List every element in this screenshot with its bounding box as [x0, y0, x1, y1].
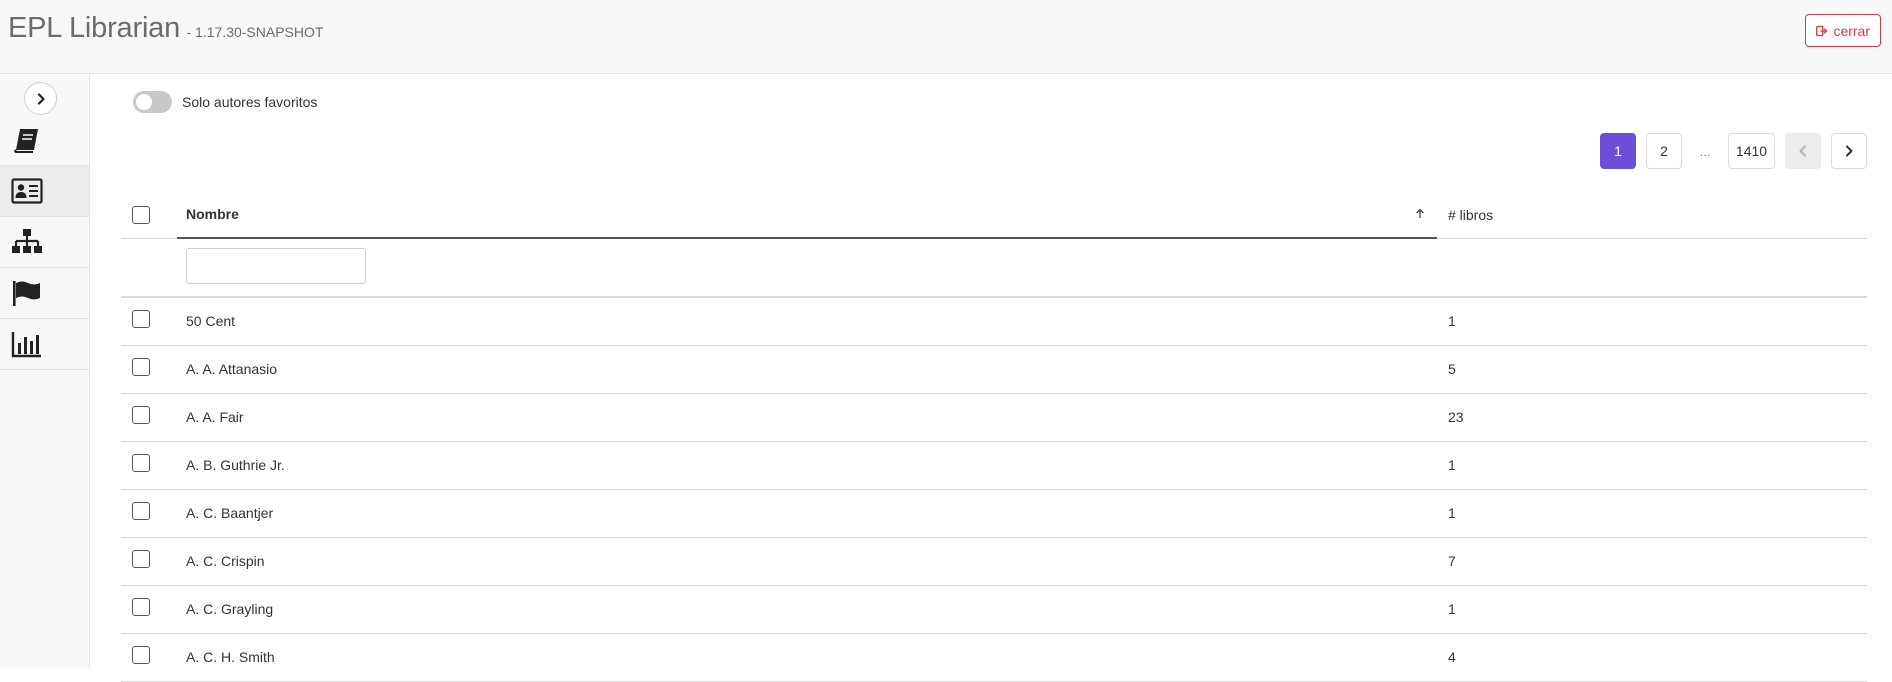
switch-knob [136, 94, 152, 110]
page-button-2[interactable]: 2 [1646, 133, 1682, 169]
bar-chart-icon [11, 332, 41, 358]
author-name-cell[interactable]: A. A. Attanasio [186, 346, 277, 394]
page-button-last[interactable]: 1410 [1728, 133, 1775, 169]
page-button-1[interactable]: 1 [1600, 133, 1636, 169]
row-checkbox[interactable] [132, 550, 150, 568]
row-checkbox[interactable] [132, 358, 150, 376]
author-name-cell[interactable]: A. C. Grayling [186, 586, 273, 634]
chevron-right-icon [37, 92, 45, 105]
row-checkbox[interactable] [132, 598, 150, 616]
table-row[interactable]: 50 Cent 1 [121, 298, 1867, 346]
book-count-cell: 5 [1448, 361, 1456, 377]
sign-out-icon [1816, 25, 1828, 36]
sidebar-item-hierarchy[interactable] [0, 217, 89, 267]
table-row[interactable]: A. B. Guthrie Jr. 1 [121, 442, 1867, 490]
book-count-cell: 23 [1448, 409, 1464, 425]
author-name-cell[interactable]: 50 Cent [186, 298, 235, 346]
sidebar-item-stats[interactable] [0, 319, 89, 369]
column-header-name[interactable]: Nombre [177, 190, 1437, 239]
chevron-left-icon [1799, 145, 1806, 157]
filter-row [121, 239, 1867, 298]
sitemap-icon [12, 229, 42, 253]
sidebar-toggle-button[interactable] [24, 82, 57, 115]
favorites-label: Solo autores favoritos [182, 94, 318, 110]
book-count-cell: 1 [1448, 313, 1456, 329]
author-name-cell[interactable]: A. B. Guthrie Jr. [186, 442, 285, 490]
table-header: Nombre # libros [121, 190, 1867, 239]
sort-ascending-icon [1416, 208, 1424, 218]
logout-button[interactable]: cerrar [1805, 14, 1881, 47]
column-header-count[interactable]: # libros [1439, 190, 1493, 239]
app-header: EPL Librarian - 1.17.30-SNAPSHOT cerrar [0, 0, 1892, 74]
select-all-checkbox[interactable] [132, 206, 150, 224]
page-ellipsis: ... [1699, 143, 1711, 159]
app-version: - 1.17.30-SNAPSHOT [186, 24, 324, 40]
pagination: 1 2 ... 1410 [1600, 133, 1867, 169]
author-name-cell[interactable]: A. C. Baantjer [186, 490, 273, 538]
column-name-label: Nombre [186, 205, 239, 222]
previous-page-button[interactable] [1785, 133, 1821, 169]
row-checkbox[interactable] [132, 454, 150, 472]
table-row[interactable]: A. C. Baantjer 1 [121, 490, 1867, 538]
app-title: EPL Librarian [8, 12, 181, 44]
favorites-toggle-switch[interactable] [133, 91, 172, 113]
row-checkbox[interactable] [132, 502, 150, 520]
book-count-cell: 1 [1448, 505, 1456, 521]
row-checkbox[interactable] [132, 646, 150, 664]
author-name-cell[interactable]: A. A. Fair [186, 394, 244, 442]
name-filter-input[interactable] [186, 248, 366, 284]
book-count-cell: 1 [1448, 457, 1456, 473]
chevron-right-icon [1846, 145, 1853, 157]
book-icon [14, 129, 38, 153]
sidebar-item-languages[interactable] [0, 268, 89, 318]
logout-label: cerrar [1833, 22, 1870, 39]
brand: EPL Librarian - 1.17.30-SNAPSHOT [8, 12, 323, 45]
main-content: Solo autores favoritos 1 2 ... 1410 Nomb… [91, 75, 1892, 682]
book-count-cell: 1 [1448, 601, 1456, 617]
table-row[interactable]: A. A. Fair 23 [121, 394, 1867, 442]
next-page-button[interactable] [1831, 133, 1867, 169]
flag-icon [13, 281, 40, 306]
table-row[interactable]: A. C. Crispin 7 [121, 538, 1867, 586]
author-name-cell[interactable]: A. C. H. Smith [186, 634, 275, 682]
favorites-filter: Solo autores favoritos [133, 91, 317, 113]
authors-table: Nombre # libros 50 Cent 1 A. A. Attanasio 5… [121, 190, 1867, 682]
sidebar-item-authors[interactable] [0, 166, 89, 216]
sidebar-item-books[interactable] [0, 115, 89, 165]
table-row[interactable]: A. A. Attanasio 5 [121, 346, 1867, 394]
row-checkbox[interactable] [132, 310, 150, 328]
author-name-cell[interactable]: A. C. Crispin [186, 538, 265, 586]
table-body: 50 Cent 1 A. A. Attanasio 5 A. A. Fair 23 A. B… [121, 298, 1867, 682]
sidebar [0, 75, 90, 668]
table-row[interactable]: A. C. H. Smith 4 [121, 634, 1867, 682]
book-count-cell: 7 [1448, 553, 1456, 569]
table-row[interactable]: A. C. Grayling 1 [121, 586, 1867, 634]
book-count-cell: 4 [1448, 649, 1456, 665]
address-card-icon [11, 178, 43, 204]
row-checkbox[interactable] [132, 406, 150, 424]
